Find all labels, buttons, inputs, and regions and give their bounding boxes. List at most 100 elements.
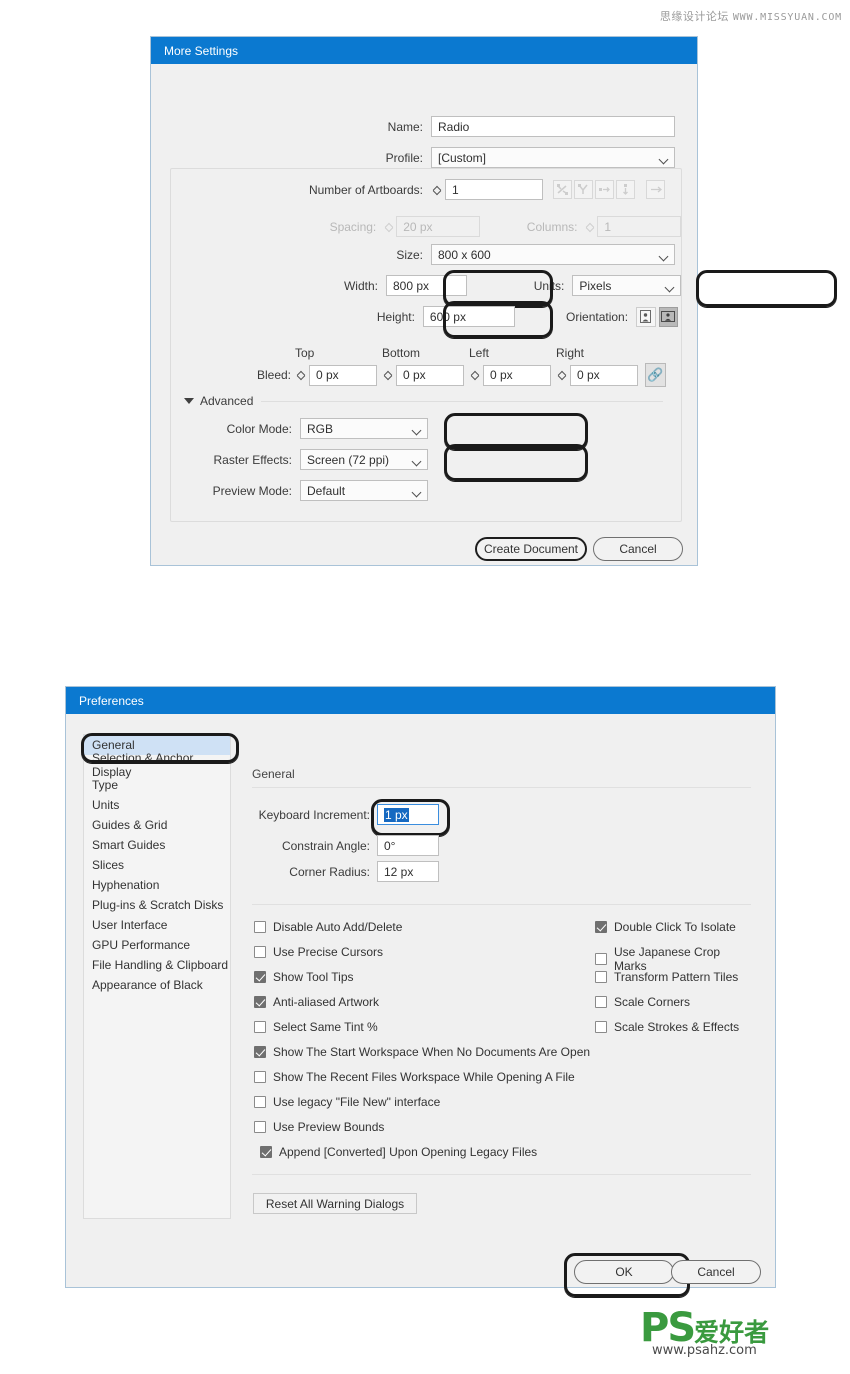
checkbox-show-start-workspace[interactable]: Show The Start Workspace When No Documen…	[254, 1045, 590, 1059]
orientation-label: Orientation:	[566, 309, 629, 324]
spacing-row: Spacing: 20 px Columns: 1	[151, 216, 681, 237]
sidebar-item-file-handling-clipboard[interactable]: File Handling & Clipboard	[84, 955, 230, 975]
profile-label: Profile:	[385, 150, 423, 165]
checkbox-box	[260, 1146, 272, 1158]
portrait-icon[interactable]	[636, 306, 656, 327]
checkbox-use-preview-bounds[interactable]: Use Preview Bounds	[254, 1120, 384, 1134]
advanced-divider	[261, 401, 663, 402]
preview-mode-select[interactable]: Default	[300, 480, 428, 501]
checkbox-box	[254, 1121, 266, 1133]
columns-stepper	[585, 216, 595, 237]
checkbox-use-japanese-crop-marks[interactable]: Use Japanese Crop Marks	[595, 945, 752, 973]
more-settings-titlebar: More Settings	[151, 37, 697, 64]
artboards-label: Number of Artboards:	[308, 182, 423, 197]
section-divider	[252, 787, 751, 788]
sidebar-item-plugins-scratch-disks[interactable]: Plug-ins & Scratch Disks	[84, 895, 230, 915]
name-row: Name: Radio	[151, 116, 675, 137]
create-document-button[interactable]: Create Document	[475, 537, 587, 561]
sidebar-item-hyphenation[interactable]: Hyphenation	[84, 875, 230, 895]
keyboard-increment-value: 1 px	[384, 807, 409, 822]
checkbox-transform-pattern-tiles[interactable]: Transform Pattern Tiles	[595, 970, 738, 984]
checkbox-append-converted[interactable]: Append [Converted] Upon Opening Legacy F…	[260, 1145, 537, 1159]
preferences-cancel-button[interactable]: Cancel	[671, 1260, 761, 1284]
sidebar-item-label: Slices	[92, 858, 125, 872]
reset-all-warning-dialogs-button[interactable]: Reset All Warning Dialogs	[253, 1193, 417, 1214]
checkbox-box	[254, 971, 266, 983]
sidebar-item-smart-guides[interactable]: Smart Guides	[84, 835, 230, 855]
checkbox-label: Transform Pattern Tiles	[614, 970, 739, 984]
arrange-by-column-icon[interactable]	[616, 180, 635, 199]
sidebar-item-slices[interactable]: Slices	[84, 855, 230, 875]
sidebar-item-label: Appearance of Black	[92, 978, 203, 992]
preferences-sidebar[interactable]: General Selection & Anchor Display Type …	[83, 734, 231, 1219]
checkbox-label: Scale Strokes & Effects	[614, 1020, 740, 1034]
height-input[interactable]: 600 px	[422, 306, 515, 327]
profile-select[interactable]: [Custom]	[431, 147, 675, 168]
arrange-by-row-icon[interactable]	[595, 180, 614, 199]
units-label: Units:	[533, 278, 565, 293]
bleed-left-stepper[interactable]	[469, 365, 481, 386]
keyboard-increment-label: Keyboard Increment:	[258, 807, 370, 822]
triangle-down-icon	[184, 398, 194, 404]
checkbox-label: Disable Auto Add/Delete	[273, 920, 403, 934]
size-select[interactable]: 800 x 600	[431, 244, 675, 265]
artboards-input[interactable]: 1	[445, 179, 543, 200]
keyboard-increment-input[interactable]: 1 px	[377, 804, 439, 825]
sidebar-item-appearance-of-black[interactable]: Appearance of Black	[84, 975, 230, 995]
sidebar-item-label: GPU Performance	[92, 938, 191, 952]
size-label: Size:	[396, 247, 423, 262]
arrow-right-icon[interactable]	[646, 180, 665, 199]
watermark-top-cn: 思缘设计论坛	[659, 10, 729, 23]
checkbox-double-click-to-isolate[interactable]: Double Click To Isolate	[595, 920, 736, 934]
checkbox-use-legacy-file-new[interactable]: Use legacy "File New" interface	[254, 1095, 440, 1109]
sidebar-item-label: Hyphenation	[92, 878, 160, 892]
width-input[interactable]: 800 px	[385, 275, 467, 296]
columns-label: Columns:	[526, 219, 578, 234]
preferences-ok-button[interactable]: OK	[574, 1260, 674, 1284]
bleed-col-bottom: Bottom	[382, 346, 421, 360]
checkbox-label: Use Preview Bounds	[273, 1120, 385, 1134]
corner-radius-input[interactable]: 12 px	[377, 861, 439, 882]
checkbox-show-recent-files-workspace[interactable]: Show The Recent Files Workspace While Op…	[254, 1070, 575, 1084]
more-settings-cancel-button[interactable]: Cancel	[593, 537, 683, 561]
sidebar-item-guides-grid[interactable]: Guides & Grid	[84, 815, 230, 835]
color-mode-select[interactable]: RGB	[300, 418, 428, 439]
sidebar-item-label: Plug-ins & Scratch Disks	[92, 898, 224, 912]
checkbox-label: Use legacy "File New" interface	[273, 1095, 441, 1109]
checkbox-scale-strokes-effects[interactable]: Scale Strokes & Effects	[595, 1020, 739, 1034]
corner-radius-row: Corner Radius: 12 px	[252, 861, 552, 882]
grid-by-column-icon[interactable]	[574, 180, 593, 199]
checkbox-use-precise-cursors[interactable]: Use Precise Cursors	[254, 945, 383, 959]
section-title: General	[252, 767, 295, 781]
bleed-bottom-input[interactable]: 0 px	[396, 364, 464, 386]
bleed-top-stepper[interactable]	[295, 365, 307, 386]
chain-link-icon[interactable]: 🔗	[645, 363, 666, 387]
checkbox-select-same-tint[interactable]: Select Same Tint %	[254, 1020, 378, 1034]
raster-effects-select[interactable]: Screen (72 ppi)	[300, 449, 428, 470]
bleed-right-stepper[interactable]	[556, 365, 568, 386]
sidebar-item-gpu-performance[interactable]: GPU Performance	[84, 935, 230, 955]
name-input[interactable]: Radio	[431, 116, 675, 137]
bleed-left-input[interactable]: 0 px	[483, 364, 551, 386]
bleed-top-input[interactable]: 0 px	[309, 364, 377, 386]
units-select[interactable]: Pixels	[572, 275, 681, 296]
units-highlight-ring	[696, 270, 837, 307]
sidebar-item-selection-anchor-display[interactable]: Selection & Anchor Display	[84, 751, 230, 779]
logo-ps-text: PS	[640, 1305, 696, 1351]
more-settings-title: More Settings	[164, 43, 239, 58]
sidebar-item-user-interface[interactable]: User Interface	[84, 915, 230, 935]
spacing-stepper	[384, 216, 394, 237]
checkbox-disable-auto-add-delete[interactable]: Disable Auto Add/Delete	[254, 920, 402, 934]
bleed-bottom-stepper[interactable]	[382, 365, 394, 386]
bleed-right-input[interactable]: 0 px	[570, 364, 638, 386]
checkbox-scale-corners[interactable]: Scale Corners	[595, 995, 690, 1009]
grid-by-row-icon[interactable]	[553, 180, 572, 199]
advanced-section-header[interactable]: Advanced	[184, 394, 253, 408]
artboards-stepper[interactable]	[431, 179, 443, 200]
checkbox-show-tool-tips[interactable]: Show Tool Tips	[254, 970, 354, 984]
constrain-angle-input[interactable]: 0°	[377, 835, 439, 856]
checkbox-box	[595, 996, 607, 1008]
checkbox-anti-aliased-artwork[interactable]: Anti-aliased Artwork	[254, 995, 379, 1009]
sidebar-item-units[interactable]: Units	[84, 795, 230, 815]
landscape-icon[interactable]	[658, 306, 679, 327]
